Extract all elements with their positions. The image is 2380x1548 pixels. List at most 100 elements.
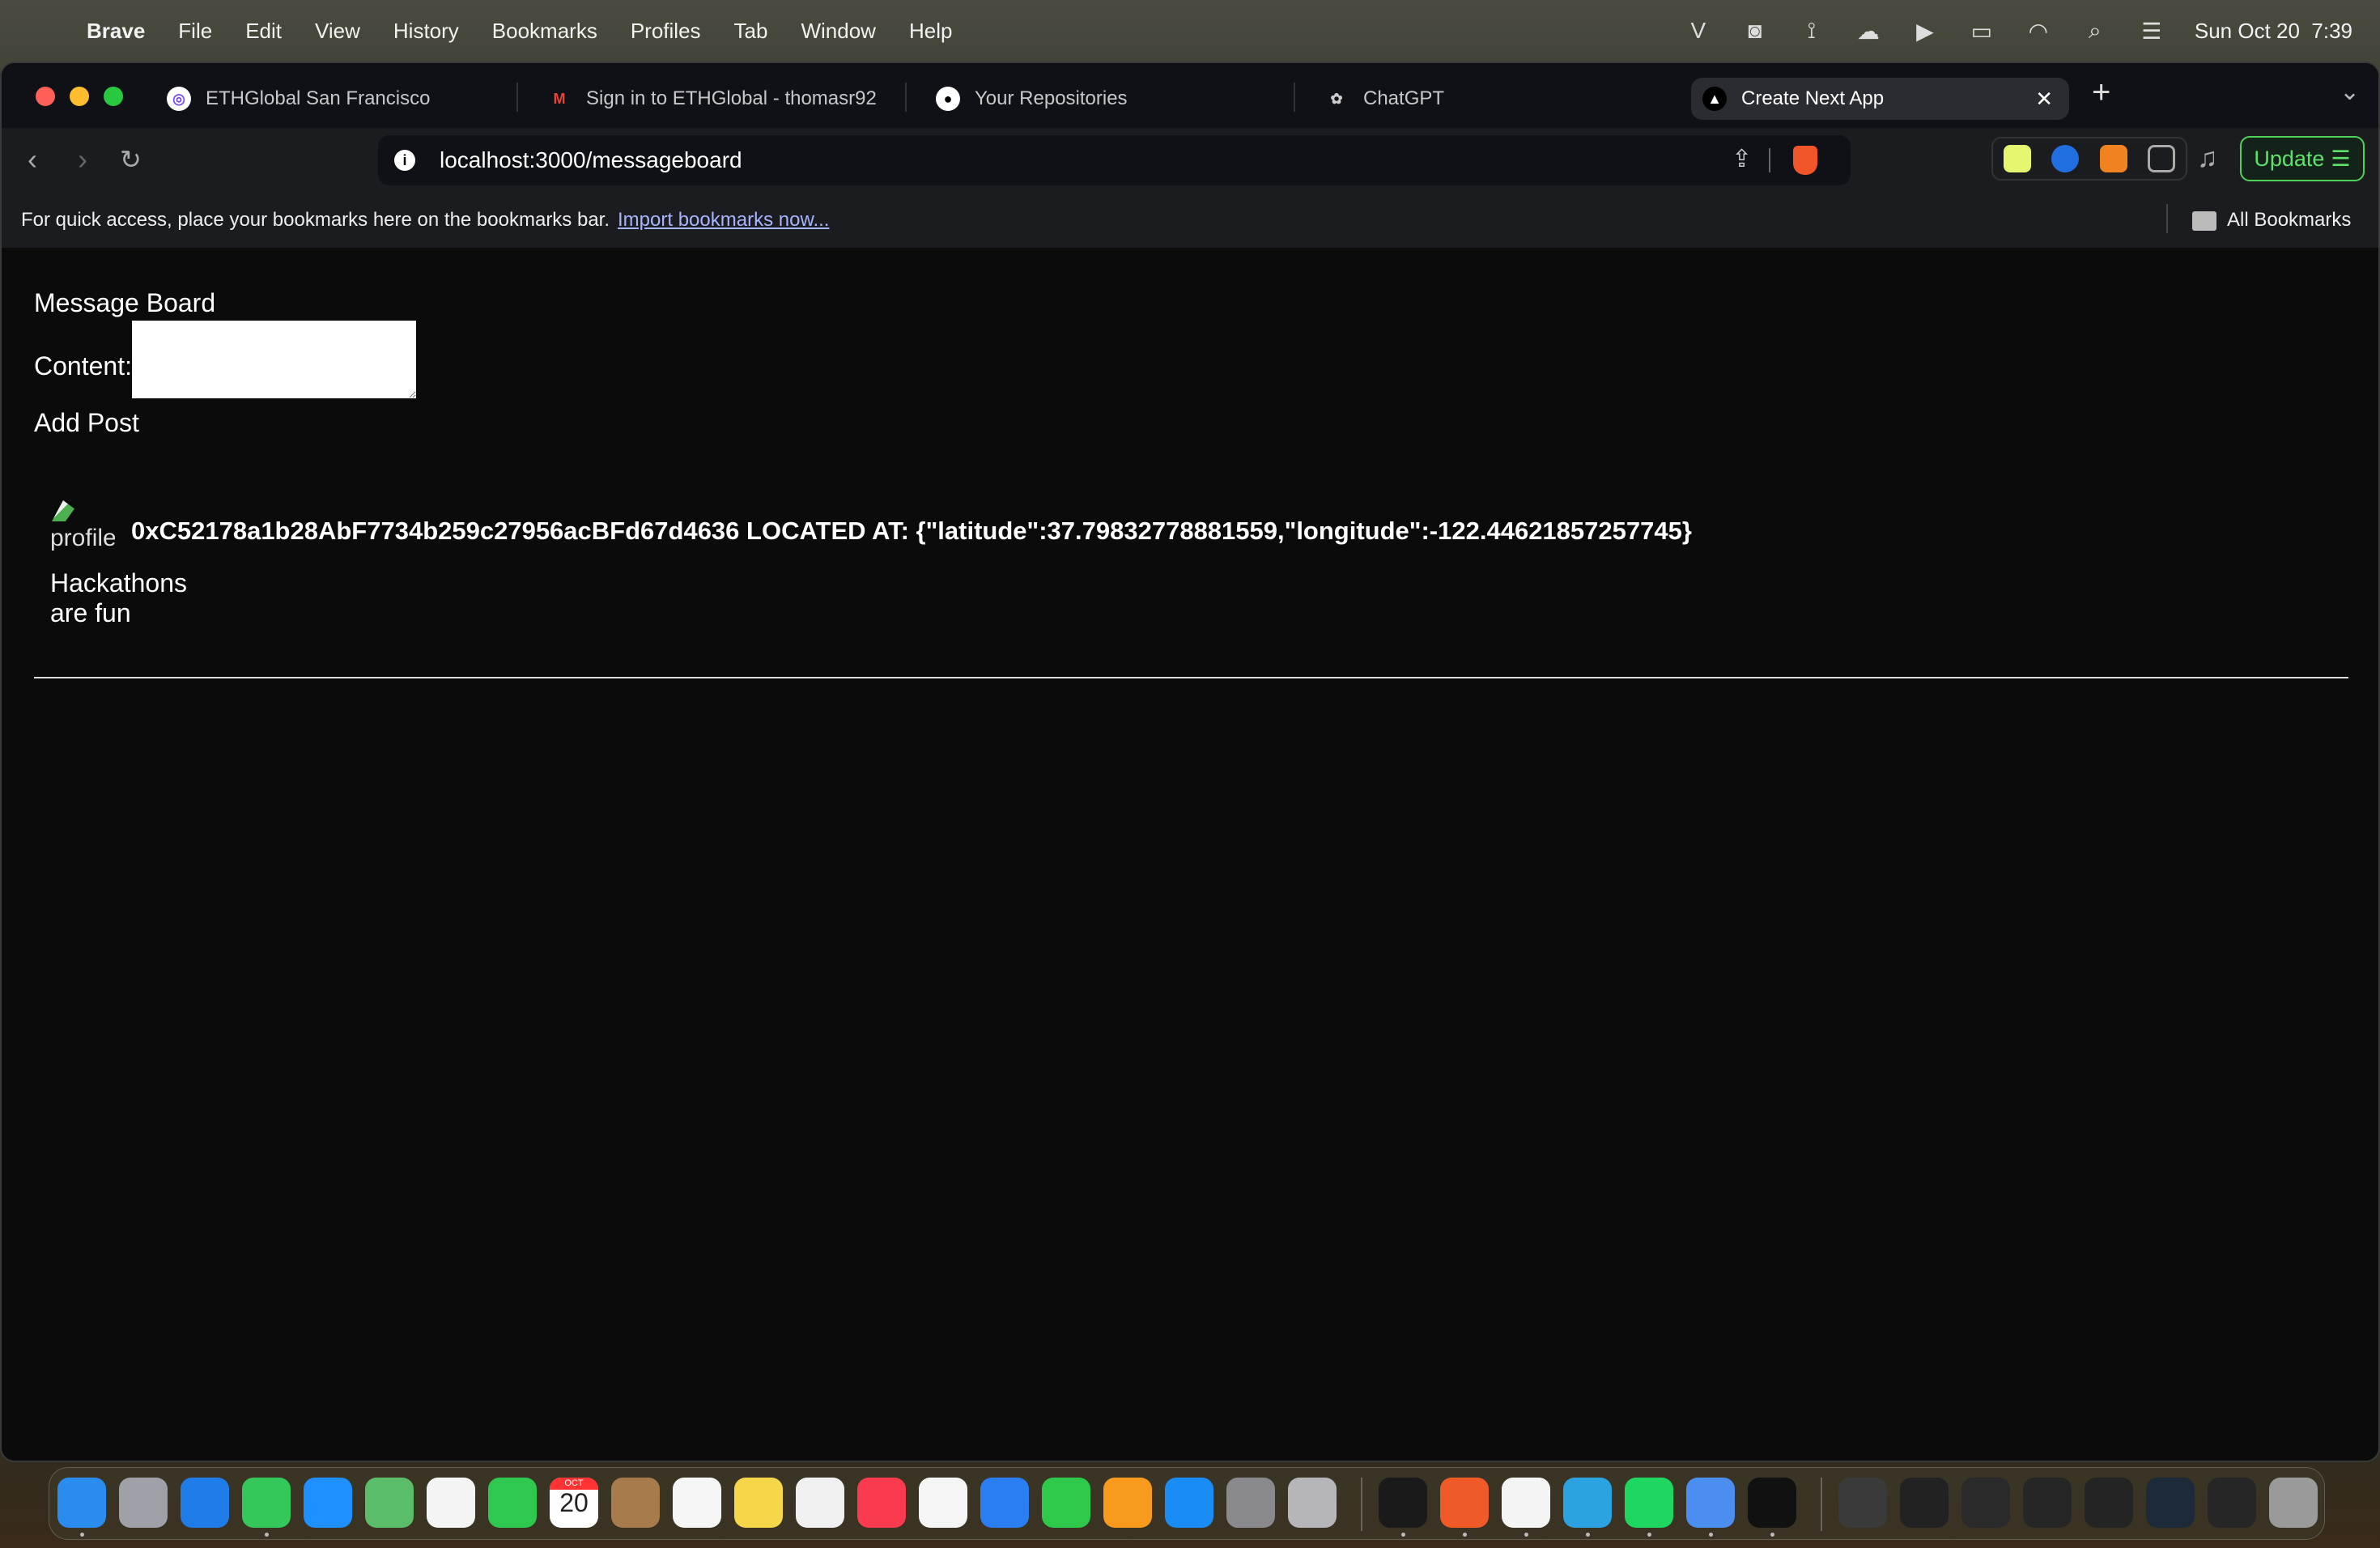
bitwarden-icon[interactable] — [1686, 1478, 1735, 1528]
facetime-icon[interactable] — [488, 1478, 537, 1528]
window-3-icon[interactable] — [1961, 1478, 2010, 1528]
update-button[interactable]: Update ☰ — [2240, 136, 2365, 181]
all-bookmarks-button[interactable]: All Bookmarks — [2227, 209, 2351, 232]
extension-icon-1[interactable] — [2003, 145, 2031, 172]
menu-tab[interactable]: Tab — [734, 19, 768, 44]
music-icon[interactable] — [857, 1478, 906, 1528]
media-music-icon[interactable]: ♫ — [2197, 142, 2218, 174]
tab-chatgpt[interactable]: ✿ ChatGPT — [1313, 78, 1669, 120]
finder-icon[interactable] — [57, 1478, 106, 1528]
brave-icon[interactable] — [1440, 1478, 1489, 1528]
avatar-alt-text: profile — [50, 525, 115, 551]
trash-icon[interactable] — [2269, 1478, 2318, 1528]
menu-window[interactable]: Window — [801, 19, 875, 44]
unity-icon[interactable] — [1748, 1478, 1796, 1528]
slack-icon[interactable] — [1502, 1478, 1550, 1528]
tab-github[interactable]: ● Your Repositories — [924, 78, 1281, 120]
add-post-button[interactable]: Add Post — [34, 408, 139, 438]
calendar-icon[interactable]: OCT 20 — [550, 1478, 598, 1528]
browser-window: ◎ ETHGlobal San Francisco M Sign in to ETHG… — [0, 62, 2380, 1462]
menu-help[interactable]: Help — [909, 19, 952, 44]
battery-icon[interactable]: ▭ — [1968, 17, 1995, 45]
numbers-icon[interactable] — [1042, 1478, 1090, 1528]
folder-icon — [2192, 211, 2216, 231]
import-bookmarks-link[interactable]: Import bookmarks now... — [618, 209, 829, 231]
tab-label: Create Next App — [1741, 87, 1885, 109]
post-content: Hackathons are fun — [50, 568, 187, 627]
tab-ethglobal[interactable]: ◎ ETHGlobal San Francisco — [155, 78, 512, 120]
system-settings-icon[interactable] — [1226, 1478, 1275, 1528]
extensions-group — [1991, 137, 2187, 181]
freeform-icon[interactable] — [796, 1478, 844, 1528]
chatgpt-icon: ✿ — [1330, 90, 1343, 107]
running-indicator — [265, 1533, 269, 1537]
new-tab-button[interactable]: + — [2092, 74, 2110, 111]
window-7-icon[interactable] — [2208, 1478, 2256, 1528]
keynote-icon[interactable] — [980, 1478, 1029, 1528]
tab-label: ETHGlobal San Francisco — [206, 87, 431, 109]
tab-separator — [516, 83, 518, 112]
window-4-icon[interactable] — [2023, 1478, 2072, 1528]
cloud-sync-icon[interactable]: ☁ — [1855, 17, 1882, 45]
clock[interactable]: Sun Oct 20 7:39 — [2195, 19, 2352, 44]
news-icon[interactable] — [919, 1478, 967, 1528]
running-indicator — [80, 1533, 84, 1537]
tab-separator — [1294, 83, 1295, 112]
maps-icon[interactable] — [365, 1478, 414, 1528]
dock-separator — [1361, 1478, 1362, 1531]
reminders-icon[interactable] — [673, 1478, 721, 1528]
window-6-icon[interactable] — [2146, 1478, 2195, 1528]
url-text[interactable]: localhost:3000/messageboard — [440, 147, 742, 173]
menu-brave[interactable]: Brave — [87, 19, 145, 44]
notes-icon[interactable] — [734, 1478, 783, 1528]
notification-icon[interactable]: ◙ — [1741, 17, 1769, 45]
site-info-icon[interactable]: i — [394, 150, 415, 171]
metamask-icon[interactable] — [2099, 145, 2127, 172]
back-button[interactable]: ‹ — [28, 142, 37, 176]
contacts-icon[interactable] — [611, 1478, 660, 1528]
divider — [2166, 204, 2168, 233]
terminal-icon[interactable] — [1379, 1478, 1427, 1528]
app-store-icon[interactable] — [1165, 1478, 1213, 1528]
share-icon[interactable]: ⇪ — [1732, 145, 1752, 173]
menu-bookmarks[interactable]: Bookmarks — [492, 19, 597, 44]
pages-icon[interactable] — [1103, 1478, 1152, 1528]
tab-nextjs[interactable]: ▲ Create Next App ✕ — [1691, 78, 2069, 120]
menu-view[interactable]: View — [315, 19, 360, 44]
forward-button[interactable]: › — [78, 142, 87, 176]
menu-profiles[interactable]: Profiles — [631, 19, 701, 44]
spotify-icon[interactable] — [1625, 1478, 1673, 1528]
puzzle-extensions-icon[interactable] — [2148, 145, 2176, 172]
address-bar[interactable]: i localhost:3000/messageboard ⇪ — [378, 135, 1851, 185]
search-icon[interactable]: ⌕ — [2081, 17, 2109, 45]
control-center-icon[interactable]: ☰ — [2138, 17, 2165, 45]
play-icon[interactable]: ▶ — [1911, 17, 1939, 45]
window-2-icon[interactable] — [1900, 1478, 1949, 1528]
reload-button[interactable]: ↻ — [120, 144, 142, 175]
window-1-icon[interactable] — [1838, 1478, 1887, 1528]
photos-icon[interactable] — [427, 1478, 475, 1528]
content-input[interactable] — [132, 321, 416, 398]
tab-gmail[interactable]: M Sign in to ETHGlobal - thomasr92 — [536, 78, 892, 120]
tab-list-chevron-icon[interactable]: ⌄ — [2340, 78, 2360, 106]
vectorworks-icon[interactable]: V — [1685, 17, 1712, 45]
location-icon[interactable]: ⟟ — [1798, 17, 1825, 45]
extension-icon-2[interactable] — [2051, 145, 2080, 172]
profile-image: profile — [50, 499, 115, 552]
close-tab-icon[interactable]: ✕ — [2035, 87, 2053, 112]
iphone-mirroring-icon[interactable] — [1288, 1478, 1337, 1528]
menu-history[interactable]: History — [393, 19, 459, 44]
menu-edit[interactable]: Edit — [245, 19, 282, 44]
zoom-window-button[interactable] — [104, 87, 123, 106]
wifi-icon[interactable]: ◠ — [2025, 17, 2052, 45]
mail-icon[interactable] — [304, 1478, 352, 1528]
telegram-icon[interactable] — [1563, 1478, 1612, 1528]
brave-shields-icon[interactable] — [1793, 146, 1817, 175]
safari-icon[interactable] — [181, 1478, 229, 1528]
window-5-icon[interactable] — [2085, 1478, 2133, 1528]
minimize-window-button[interactable] — [70, 87, 89, 106]
launchpad-icon[interactable] — [119, 1478, 168, 1528]
close-window-button[interactable] — [36, 87, 55, 106]
messages-icon[interactable] — [242, 1478, 291, 1528]
menu-file[interactable]: File — [178, 19, 212, 44]
